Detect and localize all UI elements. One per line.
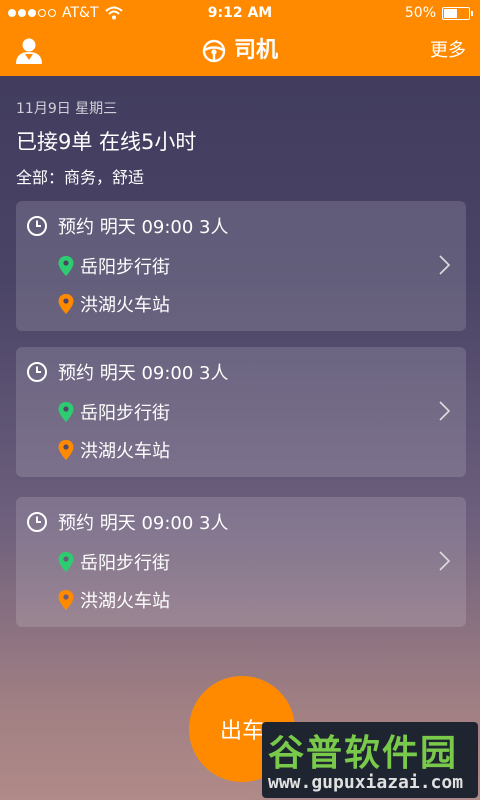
watermark-url: www.gupuxiazai.com <box>268 772 464 793</box>
origin-pin-icon <box>58 402 74 422</box>
order-time: 预约 明天 09:00 3人 <box>58 217 229 238</box>
destination-pin-icon <box>58 294 74 314</box>
origin-pin-icon <box>58 256 74 276</box>
chevron-right-icon <box>439 255 451 275</box>
destination-pin-icon <box>58 590 74 610</box>
work-summary: 已接9单 在线5小时 <box>16 130 197 154</box>
order-origin: 岳阳步行街 <box>80 257 170 278</box>
page-title: 司机 <box>0 36 480 66</box>
clock-icon <box>27 512 47 532</box>
steering-wheel-icon <box>202 39 226 63</box>
destination-pin-icon <box>58 440 74 460</box>
status-bar: AT&T 9:12 AM 50% <box>0 0 480 26</box>
battery-icon <box>442 6 473 20</box>
nav-bar: 司机 更多 <box>0 26 480 76</box>
order-origin: 岳阳步行街 <box>80 403 170 424</box>
date-label: 11月9日 星期三 <box>16 101 118 117</box>
order-time: 预约 明天 09:00 3人 <box>58 513 229 534</box>
battery-percent: 50% <box>404 5 436 21</box>
order-destination: 洪湖火车站 <box>80 441 170 462</box>
chevron-right-icon <box>439 401 451 421</box>
order-destination: 洪湖火车站 <box>80 591 170 612</box>
origin-pin-icon <box>58 552 74 572</box>
order-time: 预约 明天 09:00 3人 <box>58 363 229 384</box>
chevron-right-icon <box>439 551 451 571</box>
watermark-title: 谷普软件园 <box>268 733 459 774</box>
page-title-text: 司机 <box>233 38 278 63</box>
order-card[interactable]: 预约 明天 09:00 3人 岳阳步行街 洪湖火车站 <box>16 497 466 627</box>
watermark-logo: 谷普软件园 www.gupuxiazai.com <box>262 722 478 798</box>
order-card[interactable]: 预约 明天 09:00 3人 岳阳步行街 洪湖火车站 <box>16 347 466 477</box>
service-types: 全部：商务，舒适 <box>16 168 145 187</box>
clock-icon <box>27 216 47 236</box>
more-button[interactable]: 更多 <box>430 38 466 64</box>
order-destination: 洪湖火车站 <box>80 295 170 316</box>
order-origin: 岳阳步行街 <box>80 553 170 574</box>
clock-icon <box>27 362 47 382</box>
order-card[interactable]: 预约 明天 09:00 3人 岳阳步行街 洪湖火车站 <box>16 201 466 331</box>
